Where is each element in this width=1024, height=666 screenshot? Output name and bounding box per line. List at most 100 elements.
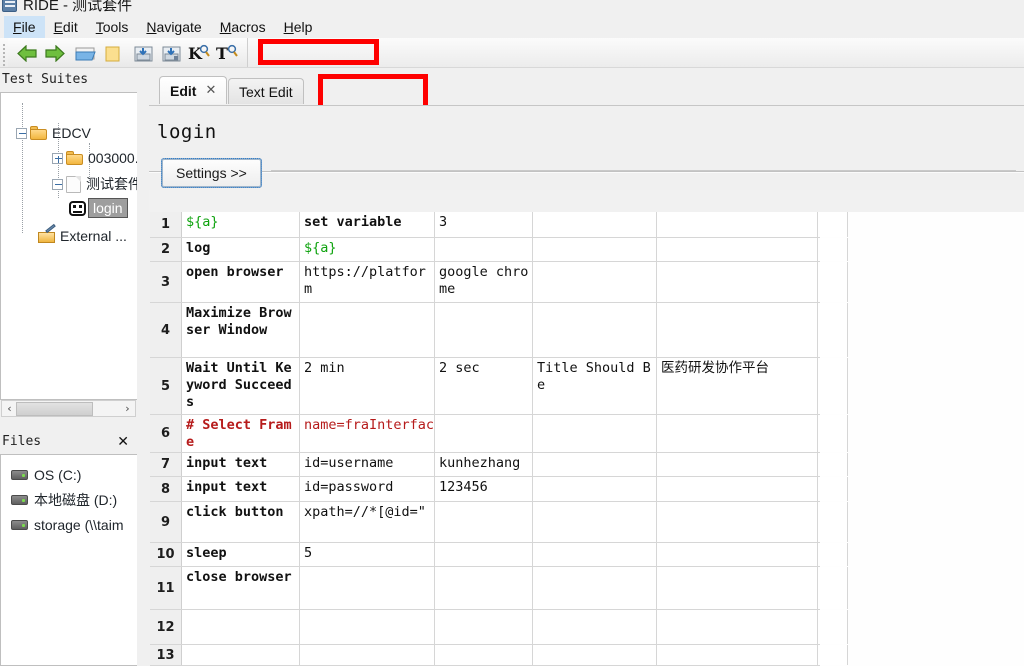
cell-arg2[interactable]: 123456 [435, 477, 533, 501]
cell-arg4[interactable] [657, 502, 818, 542]
cell-arg2[interactable]: kunhezhang [435, 453, 533, 476]
cell-arg5[interactable] [818, 610, 848, 644]
table-row[interactable]: 2 log ${a} [150, 238, 848, 262]
cell-arg3[interactable] [533, 567, 657, 609]
cell-arg5[interactable] [818, 645, 848, 665]
table-row[interactable]: 5 Wait Until Keyword Succeeds 2 min 2 se… [150, 358, 848, 415]
cell-arg3[interactable] [533, 645, 657, 665]
search-keyword-icon[interactable]: K [186, 42, 212, 64]
cell-arg1[interactable]: 5 [300, 543, 435, 566]
cell-arg1[interactable]: ${a} [300, 238, 435, 261]
cell-arg5[interactable] [818, 567, 848, 609]
cell-arg4[interactable] [657, 543, 818, 566]
cell-arg2[interactable] [435, 238, 533, 261]
cell-arg4[interactable] [657, 415, 818, 452]
cell-arg1[interactable]: name=fraInterfac [300, 415, 435, 452]
cell-arg4[interactable] [657, 645, 818, 665]
table-row[interactable]: 10 sleep 5 [150, 543, 848, 567]
tree-node-external-resources[interactable]: External ... [38, 223, 128, 244]
scrollbar-thumb[interactable] [16, 402, 93, 416]
cell-arg2[interactable]: 3 [435, 212, 533, 237]
cell-arg3[interactable] [533, 415, 657, 452]
cell-arg2[interactable] [435, 645, 533, 665]
open-folder-icon[interactable] [72, 42, 98, 64]
cell-arg3[interactable] [533, 610, 657, 644]
cell-arg4[interactable] [657, 567, 818, 609]
cell-arg5[interactable] [818, 238, 848, 261]
cell-arg5[interactable] [818, 543, 848, 566]
cell-arg2[interactable]: 2 sec [435, 358, 533, 414]
tree-toggle-plus-icon[interactable] [52, 152, 63, 164]
cell-keyword[interactable]: ${a} [182, 212, 300, 237]
cell-arg5[interactable] [818, 358, 848, 414]
menu-file[interactable]: FFileile [4, 15, 45, 38]
cell-arg3[interactable]: Title Should Be [533, 358, 657, 414]
cell-arg5[interactable] [818, 212, 848, 237]
table-row[interactable]: 13 [150, 645, 848, 666]
cell-arg3[interactable] [533, 262, 657, 302]
cell-keyword[interactable] [182, 645, 300, 665]
cell-keyword[interactable]: input text [182, 477, 300, 501]
save-icon[interactable] [130, 42, 156, 64]
cell-keyword[interactable]: # Select Frame [182, 415, 300, 452]
table-row[interactable]: 6 # Select Frame name=fraInterfac [150, 415, 848, 453]
tree-toggle-minus-icon[interactable] [52, 178, 63, 190]
table-row[interactable]: 11 close browser [150, 567, 848, 610]
cell-arg3[interactable] [533, 543, 657, 566]
cell-arg2[interactable] [435, 303, 533, 357]
test-suites-tree[interactable]: EDCV 003000... 测试套件 login [0, 92, 137, 400]
forward-arrow-icon[interactable] [42, 42, 68, 64]
cell-arg4[interactable] [657, 303, 818, 357]
tree-horizontal-scrollbar[interactable]: ‹ › [1, 400, 136, 417]
keyword-grid[interactable]: 1 ${a} set variable 3 2 log ${a} 3 open … [150, 212, 1024, 666]
cell-arg1[interactable] [300, 567, 435, 609]
list-item[interactable]: OS (C:) [1, 462, 137, 487]
menu-edit[interactable]: Edit [45, 16, 87, 38]
cell-arg1[interactable]: 2 min [300, 358, 435, 414]
tab-edit[interactable]: Edit ✕ [159, 76, 228, 104]
list-item[interactable]: storage (\\taim [1, 512, 137, 537]
cell-arg3[interactable] [533, 303, 657, 357]
menu-tools[interactable]: Tools [87, 16, 138, 38]
cell-arg3[interactable] [533, 212, 657, 237]
cell-arg4[interactable] [657, 262, 818, 302]
cell-arg2[interactable] [435, 502, 533, 542]
table-row[interactable]: 8 input text id=password 123456 [150, 477, 848, 502]
cell-arg2[interactable] [435, 415, 533, 452]
vertical-splitter[interactable] [141, 70, 149, 666]
menu-help[interactable]: Help [275, 16, 322, 38]
table-row[interactable]: 4 Maximize Browser Window [150, 303, 848, 358]
cell-arg3[interactable] [533, 477, 657, 501]
cell-arg4[interactable] [657, 610, 818, 644]
cell-arg1[interactable]: id=username [300, 453, 435, 476]
cell-arg3[interactable] [533, 502, 657, 542]
save-all-icon[interactable] [158, 42, 184, 64]
cell-arg3[interactable] [533, 238, 657, 261]
cell-arg3[interactable] [533, 453, 657, 476]
cell-arg4[interactable] [657, 477, 818, 501]
tree-node-test-suite[interactable]: 测试套件 [52, 174, 137, 194]
table-row[interactable]: 12 [150, 610, 848, 645]
cell-keyword[interactable]: Wait Until Keyword Succeeds [182, 358, 300, 414]
table-row[interactable]: 9 click button xpath=//*[@id=" [150, 502, 848, 543]
table-row[interactable]: 1 ${a} set variable 3 [150, 212, 848, 238]
cell-keyword[interactable] [182, 610, 300, 644]
cell-arg2[interactable] [435, 567, 533, 609]
cell-arg1[interactable]: set variable [300, 212, 435, 237]
settings-expand-button[interactable]: Settings >> [161, 158, 262, 188]
tree-node-edcv[interactable]: EDCV [16, 125, 92, 141]
cell-arg1[interactable] [300, 610, 435, 644]
cell-arg1[interactable]: https://platform [300, 262, 435, 302]
cell-arg2[interactable] [435, 543, 533, 566]
cell-arg4[interactable] [657, 238, 818, 261]
files-list[interactable]: OS (C:) 本地磁盘 (D:) storage (\\taim [0, 454, 137, 666]
menu-navigate[interactable]: Navigate [137, 16, 210, 38]
scroll-right-icon[interactable]: › [120, 401, 135, 416]
cell-keyword[interactable]: input text [182, 453, 300, 476]
cell-keyword[interactable]: open browser [182, 262, 300, 302]
cell-arg5[interactable] [818, 477, 848, 501]
cell-arg5[interactable] [818, 453, 848, 476]
table-row[interactable]: 7 input text id=username kunhezhang [150, 453, 848, 477]
close-icon[interactable]: ✕ [205, 83, 216, 98]
cell-arg4[interactable] [657, 212, 818, 237]
